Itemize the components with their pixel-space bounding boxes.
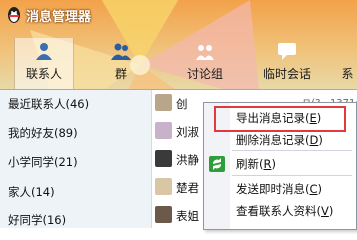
discussion-group-icon bbox=[196, 45, 214, 60]
menu-item-label: 查看联系人资料 bbox=[236, 204, 317, 218]
contact-name: 创 bbox=[176, 97, 188, 111]
title-bar: 消息管理器 bbox=[6, 4, 91, 26]
contact-name: 表姐 bbox=[176, 209, 199, 223]
tab-group-label: 群 bbox=[114, 67, 127, 81]
tab-system[interactable]: 系 bbox=[338, 38, 357, 90]
avatar bbox=[155, 122, 172, 139]
menu-item-send-message[interactable]: 发送即时消息(C) bbox=[236, 181, 322, 197]
menu-item-label: 导出消息记录 bbox=[236, 111, 305, 125]
group-item-recent[interactable]: 最近联系人(46) bbox=[8, 96, 89, 112]
avatar bbox=[155, 150, 172, 167]
tab-discussion-label: 讨论组 bbox=[186, 67, 223, 81]
tab-temp-chat-label: 临时会话 bbox=[262, 67, 311, 81]
avatar bbox=[155, 94, 172, 111]
contact-name: 洪静 bbox=[176, 153, 199, 167]
tab-contacts[interactable]: 联系人 bbox=[14, 38, 74, 90]
menu-item-key: D bbox=[309, 133, 319, 147]
menu-item-key: C bbox=[309, 182, 318, 196]
contact-name: 刘淑 bbox=[176, 125, 199, 139]
tab-contacts-label: 联系人 bbox=[25, 67, 62, 81]
header-banner: 消息管理器 联系人 群 讨论组 临时会话 系 bbox=[0, 0, 357, 90]
menu-separator bbox=[232, 150, 352, 151]
system-icon bbox=[338, 40, 357, 62]
context-menu: 导出消息记录(E) 删除消息记录(D) 刷新(R) 发送即时消息(C) 查看联系… bbox=[203, 102, 357, 230]
refresh-icon bbox=[209, 156, 225, 172]
group-icon bbox=[111, 43, 131, 60]
avatar bbox=[155, 178, 172, 195]
group-list: 最近联系人(46) 我的好友(89) 小学同学(21) 家人(14) 好同学(1… bbox=[0, 90, 152, 228]
tab-temp-chat[interactable]: 临时会话 bbox=[256, 38, 318, 90]
menu-item-label: 发送即时消息 bbox=[236, 182, 305, 196]
menu-separator bbox=[232, 175, 352, 176]
group-item-friends[interactable]: 我的好友(89) bbox=[8, 125, 78, 141]
avatar bbox=[155, 206, 172, 223]
menu-item-key: R bbox=[263, 157, 272, 171]
tab-group[interactable]: 群 bbox=[96, 38, 146, 90]
tab-system-label: 系 bbox=[341, 67, 354, 81]
menu-item-key: V bbox=[321, 204, 329, 218]
tab-discussion[interactable]: 讨论组 bbox=[180, 38, 230, 90]
menu-item-export[interactable]: 导出消息记录(E) bbox=[236, 110, 321, 126]
window-title: 消息管理器 bbox=[26, 9, 92, 25]
menu-item-label: 刷新 bbox=[236, 157, 259, 171]
group-item-family[interactable]: 家人(14) bbox=[8, 184, 55, 200]
menu-item-key: E bbox=[309, 111, 317, 125]
contacts-icon bbox=[36, 43, 52, 60]
tab-bar: 联系人 群 讨论组 临时会话 系 bbox=[0, 38, 357, 90]
group-item-classmates[interactable]: 小学同学(21) bbox=[8, 154, 78, 170]
temp-chat-icon bbox=[278, 43, 296, 60]
menu-item-refresh[interactable]: 刷新(R) bbox=[236, 156, 276, 172]
menu-item-view-profile[interactable]: 查看联系人资料(V) bbox=[236, 203, 333, 219]
menu-item-delete[interactable]: 删除消息记录(D) bbox=[236, 132, 323, 148]
menu-item-label: 删除消息记录 bbox=[236, 133, 305, 147]
contact-name: 楚君 bbox=[176, 181, 199, 195]
qq-penguin-icon bbox=[8, 7, 20, 23]
group-item-good-classmates[interactable]: 好同学(16) bbox=[8, 212, 66, 228]
